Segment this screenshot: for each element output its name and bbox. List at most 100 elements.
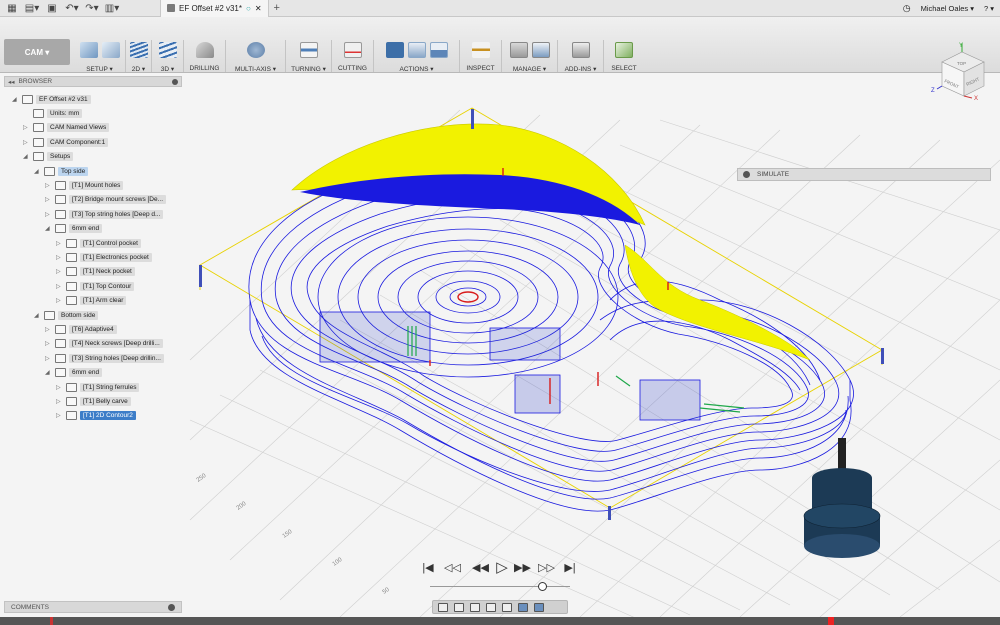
pan-icon[interactable] xyxy=(470,602,480,612)
timeline-marker[interactable] xyxy=(828,617,834,625)
close-tab-icon[interactable]: ✕ xyxy=(255,4,262,13)
playback-slider[interactable] xyxy=(430,582,570,591)
user-menu[interactable]: Michael Oales ▾ xyxy=(921,4,974,13)
expand-toggle-icon[interactable]: ▷ xyxy=(45,211,51,218)
measure-icon[interactable] xyxy=(471,42,490,58)
browser-tree-item[interactable]: ▷ [T1] Electronics pocket xyxy=(56,251,152,263)
expand-toggle-icon[interactable]: ▷ xyxy=(45,355,51,362)
browser-tree-item[interactable]: ▷ [T1] Mount holes xyxy=(45,179,124,191)
display-settings-icon[interactable] xyxy=(518,602,528,612)
multi-axis-group[interactable]: MULTI-AXIS ▾ xyxy=(226,40,286,73)
expand-toggle-icon[interactable]: ▷ xyxy=(23,139,29,146)
browser-tree-item[interactable]: ▷ [T1] Belly carve xyxy=(56,395,131,407)
browser-header[interactable]: ◂◂ BROWSER xyxy=(4,76,182,87)
2d-strategy-icon[interactable] xyxy=(129,42,148,58)
simulate-panel-header[interactable]: SIMULATE xyxy=(737,168,991,181)
turning-icon[interactable] xyxy=(299,42,318,58)
expand-toggle-icon[interactable]: ▷ xyxy=(56,283,62,290)
select-icon[interactable] xyxy=(615,42,633,58)
fit-icon[interactable] xyxy=(502,602,512,612)
manage-group[interactable]: MANAGE ▾ xyxy=(502,40,558,73)
expand-toggle-icon[interactable]: ▷ xyxy=(56,268,62,275)
turning-group[interactable]: TURNING ▾ xyxy=(286,40,332,73)
expand-toggle-icon[interactable]: ▷ xyxy=(45,340,51,347)
drill-icon[interactable] xyxy=(195,42,214,58)
zoom-icon[interactable] xyxy=(486,602,496,612)
browser-tree-item[interactable]: ◢ Setups xyxy=(23,151,74,163)
setup-sheet-icon[interactable] xyxy=(429,42,448,58)
step-forward-icon[interactable]: ▶▶ xyxy=(514,560,531,576)
expand-toggle-icon[interactable]: ◢ xyxy=(45,225,51,232)
grid-settings-icon[interactable] xyxy=(534,602,544,612)
tool-library-icon[interactable] xyxy=(509,42,528,58)
play-icon[interactable]: ▷ xyxy=(494,560,510,576)
view-cube[interactable]: TOP FRONT RIGHT Y Z X xyxy=(928,42,1000,102)
expand-toggle-icon[interactable]: ▷ xyxy=(45,326,51,333)
browser-tree-item[interactable]: ▷ [T1] Arm clear xyxy=(56,295,127,307)
expand-toggle-icon[interactable]: ◢ xyxy=(45,369,51,376)
expand-toggle-icon[interactable]: ▷ xyxy=(56,398,62,405)
help-menu[interactable]: ? ▾ xyxy=(984,4,994,13)
browser-tree-item[interactable]: ▷ [T1] Control pocket xyxy=(56,237,141,249)
setup-folder-icon[interactable] xyxy=(101,42,120,58)
browser-tree-item[interactable]: ▷ [T1] String ferrules xyxy=(56,381,140,393)
expand-toggle-icon[interactable]: ▷ xyxy=(56,254,62,261)
browser-tree-item[interactable]: ▷ [T3] Top string holes [Deep d... xyxy=(45,208,164,220)
browser-tree-item[interactable]: ▷ [T2] Bridge mount screws [De... xyxy=(45,194,167,206)
browser-tree-item[interactable]: ◢ 6mm end xyxy=(45,367,103,379)
expand-toggle-icon[interactable]: ▷ xyxy=(23,124,29,131)
viewport-canvas[interactable]: 300 250 200 150 100 50 xyxy=(183,73,1000,617)
browser-tree-item[interactable]: ▷ CAM Named Views xyxy=(23,122,110,134)
expand-toggle-icon[interactable]: ▷ xyxy=(45,196,51,203)
expand-toggle-icon[interactable]: ▷ xyxy=(45,182,51,189)
cutting-group[interactable]: CUTTING xyxy=(332,40,374,72)
expand-toggle-icon[interactable]: ▷ xyxy=(56,240,62,247)
look-at-icon[interactable] xyxy=(454,602,464,612)
pin-icon[interactable] xyxy=(172,78,178,85)
expand-toggle-icon[interactable]: ◢ xyxy=(34,168,40,175)
setup-group[interactable]: SETUP ▾ xyxy=(74,40,126,73)
browser-tree-item[interactable]: ▷ CAM Component:1 xyxy=(23,136,109,148)
skip-to-end-icon[interactable]: ▶| xyxy=(562,560,578,576)
drilling-group[interactable]: DRILLING xyxy=(184,40,226,72)
collapse-icon[interactable]: ◂◂ xyxy=(8,78,15,86)
expand-toggle-icon[interactable]: ▷ xyxy=(56,412,62,419)
expand-toggle-icon[interactable]: ▷ xyxy=(56,297,62,304)
next-operation-icon[interactable]: ▷▷ xyxy=(538,560,555,576)
step-back-icon[interactable]: ◀◀ xyxy=(472,560,489,576)
select-group[interactable]: SELECT xyxy=(604,40,644,72)
playback-slider-handle[interactable] xyxy=(538,582,547,591)
3d-group[interactable]: 3D ▾ xyxy=(152,40,184,73)
multi-axis-icon[interactable] xyxy=(246,42,265,58)
app-grid-icon[interactable]: ▦ xyxy=(4,1,20,15)
new-tab-icon[interactable]: + xyxy=(274,2,280,14)
browser-tree-item[interactable]: ▷ [T3] String holes [Deep drillin... xyxy=(45,352,164,364)
document-tab[interactable]: EF Offset #2 v31* ○ ✕ xyxy=(160,0,269,17)
browser-tree-item[interactable]: ▷ [T1] Top Contour xyxy=(56,280,135,292)
browser-tree-item[interactable]: ◢ 6mm end xyxy=(45,223,103,235)
timeline-bar[interactable] xyxy=(0,617,1000,625)
cutting-icon[interactable] xyxy=(343,42,362,58)
3d-strategy-icon[interactable] xyxy=(158,42,177,58)
2d-group[interactable]: 2D ▾ xyxy=(126,40,152,73)
browser-tree-item[interactable]: ◢ Bottom side xyxy=(34,309,99,321)
previous-operation-icon[interactable]: ◁◁ xyxy=(444,560,461,576)
browser-tree-item[interactable]: ▷ [T1] 2D Contour2 xyxy=(56,410,136,422)
browser-tree-item[interactable]: ▷ [T1] Neck pocket xyxy=(56,266,135,278)
add-ins-group[interactable]: ADD-INS ▾ xyxy=(558,40,604,73)
actions-group[interactable]: ACTIONS ▾ xyxy=(374,40,460,73)
inspect-group[interactable]: INSPECT xyxy=(460,40,502,72)
orbit-icon[interactable] xyxy=(438,602,448,612)
timeline-marker-start[interactable] xyxy=(50,617,53,625)
scripts-icon[interactable] xyxy=(571,42,590,58)
browser-tree-item[interactable]: ◢ EF Offset #2 v31 xyxy=(12,93,91,105)
expand-toggle-icon[interactable]: ◢ xyxy=(23,153,29,160)
expand-toggle-icon[interactable]: ◢ xyxy=(12,96,18,103)
new-setup-icon[interactable] xyxy=(79,42,98,58)
save-icon[interactable]: ▣ xyxy=(44,1,60,15)
workspace-switcher[interactable]: CAM ▾ xyxy=(4,39,70,65)
browser-tree-item[interactable]: ▷ [T4] Neck screws [Deep drilli... xyxy=(45,338,163,350)
comments-panel[interactable]: COMMENTS xyxy=(4,601,182,613)
browser-tree-item[interactable]: ◢ Top side xyxy=(34,165,89,177)
browser-tree-item[interactable]: Units: mm xyxy=(23,107,83,119)
